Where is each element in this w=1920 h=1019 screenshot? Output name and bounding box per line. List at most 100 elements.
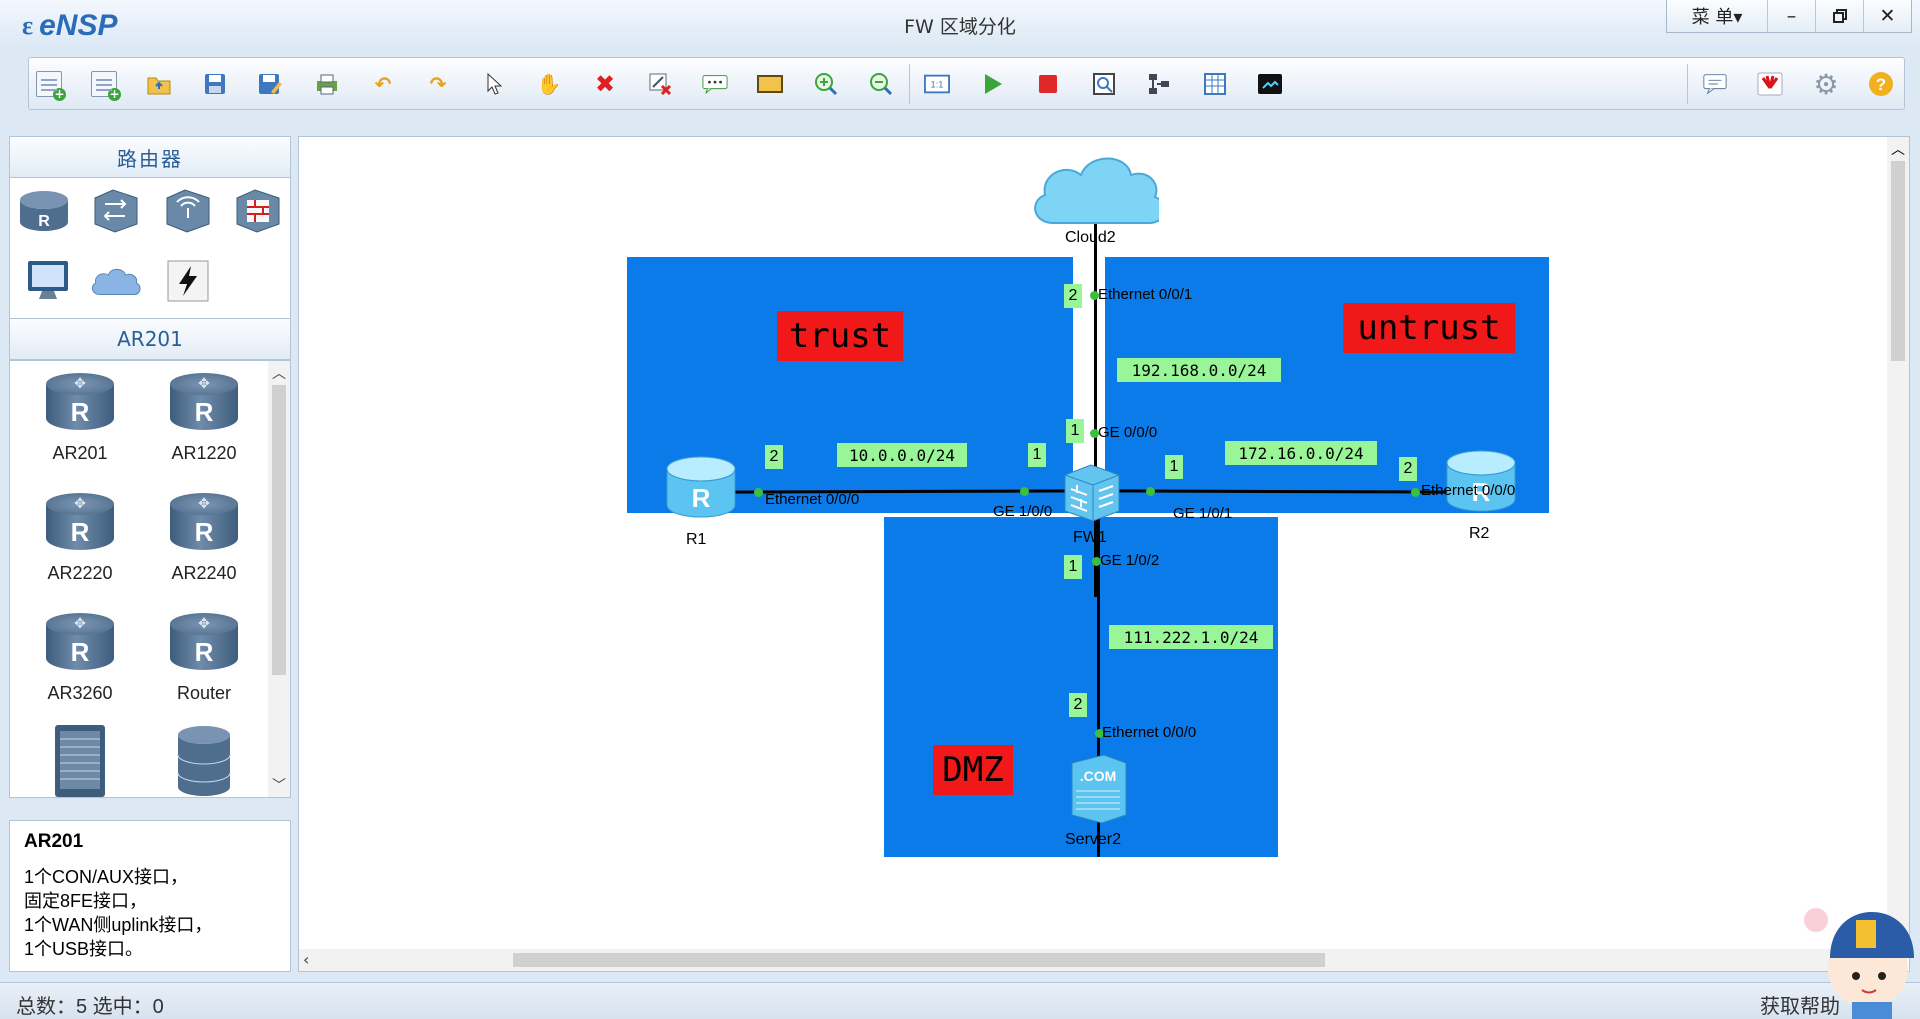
canvas-vertical-scrollbar[interactable]: ︿ [1887, 137, 1909, 951]
help-button[interactable]: ? [1863, 67, 1899, 101]
menu-button[interactable]: 菜 单▾ [1667, 0, 1767, 32]
delete-button[interactable]: ✖ [587, 67, 623, 101]
port-dot [754, 488, 763, 497]
device-item-ar3260[interactable]: ✥ R AR3260 [25, 613, 135, 704]
mascot-image[interactable] [1790, 884, 1920, 1019]
scroll-down-icon[interactable]: ﹀ [268, 775, 290, 795]
undo-button[interactable]: ↶ [365, 67, 401, 101]
zoom-in-button[interactable] [808, 67, 844, 101]
open-button[interactable] [141, 67, 177, 101]
save-as-button[interactable] [252, 67, 288, 101]
port-label-fw-ge000: GE 0/0/0 [1098, 424, 1158, 441]
save-button[interactable] [197, 67, 233, 101]
stop-device-button[interactable] [1030, 67, 1066, 101]
device-item-ar201[interactable]: ✥ R AR201 [25, 373, 135, 464]
r1-device[interactable]: R [663, 453, 739, 529]
device-info-line: 1个CON/AUX接口， [24, 867, 189, 887]
connection-category[interactable] [160, 256, 216, 306]
svg-text:R: R [692, 483, 711, 513]
device-item-core-router[interactable] [149, 723, 259, 797]
cloud-device[interactable] [1029, 137, 1166, 241]
device-item-ar2220[interactable]: ✥ R AR2220 [25, 493, 135, 584]
zone-label-trust[interactable]: trust [777, 311, 903, 361]
network-label-10[interactable]: 10.0.0.0/24 [837, 443, 967, 467]
cloud-label: Cloud2 [1065, 229, 1116, 246]
port-dot [1146, 487, 1155, 496]
console-button[interactable] [1252, 67, 1288, 101]
pc-category[interactable] [20, 256, 76, 306]
chassis-router-icon [55, 725, 105, 797]
toolbar: + + ↶ ↷ ✋ ✖ 1:1 ⚙ ? [28, 57, 1905, 110]
device-item-ar1220[interactable]: ✥ R AR1220 [149, 373, 259, 464]
capture-icon [1091, 71, 1117, 97]
firewall-device[interactable] [1059, 461, 1125, 529]
firewall-category[interactable] [230, 186, 286, 236]
device-info-line: 1个WAN侧uplink接口， [24, 915, 213, 935]
grid-icon [1202, 71, 1228, 97]
scroll-up-icon[interactable]: ︿ [268, 363, 290, 383]
scroll-up-icon[interactable]: ︿ [1887, 139, 1909, 159]
firewall-icon [1064, 464, 1120, 522]
huawei-button[interactable] [1752, 67, 1788, 101]
device-label: AR2220 [47, 563, 113, 583]
router-category[interactable]: R [16, 186, 72, 236]
link-number: 1 [1066, 419, 1084, 443]
zone-label-dmz[interactable]: DMZ [933, 745, 1013, 795]
start-device-button[interactable] [975, 67, 1011, 101]
open-folder-icon [146, 71, 172, 97]
device-info-line: 1个USB接口。 [24, 939, 144, 959]
grid-button[interactable] [1197, 67, 1233, 101]
topology-button[interactable] [1141, 67, 1177, 101]
print-button[interactable] [309, 67, 345, 101]
device-item-chassis[interactable] [25, 723, 135, 797]
scroll-thumb[interactable] [272, 385, 286, 675]
device-item-router[interactable]: ✥ R Router [149, 613, 259, 704]
settings-button[interactable]: ⚙ [1808, 67, 1844, 101]
redo-button[interactable]: ↷ [420, 67, 456, 101]
wireless-category[interactable] [160, 186, 216, 236]
link-number: 1 [1028, 443, 1046, 467]
port-dot [1411, 488, 1420, 497]
minimize-button[interactable]: – [1767, 0, 1815, 32]
delete-link-button[interactable] [642, 67, 678, 101]
server-device[interactable]: .COM [1066, 753, 1132, 829]
device-item-ar2240[interactable]: ✥ R AR2240 [149, 493, 259, 584]
scroll-left-icon[interactable]: ‹ [303, 950, 309, 969]
device-list: ✥ R AR201 ✥ R AR1220 ✥ R AR2220 ✥ R AR2240 ✥… [9, 360, 291, 798]
r1-label: R1 [686, 531, 707, 548]
port-label-cloud: Ethernet 0/0/1 [1098, 286, 1193, 303]
network-label-111[interactable]: 111.222.1.0/24 [1109, 625, 1273, 649]
port-dot [1020, 487, 1029, 496]
port-label-r1: Ethernet 0/0/0 [765, 491, 860, 508]
network-label-192[interactable]: 192.168.0.0/24 [1117, 358, 1281, 382]
fit-button[interactable]: 1:1 [919, 67, 955, 101]
cloud-category[interactable] [88, 256, 144, 306]
subcategory-title: AR201 [9, 318, 291, 360]
capture-button[interactable] [1086, 67, 1122, 101]
canvas-horizontal-scrollbar[interactable]: ‹ [299, 949, 1889, 971]
close-button[interactable]: ✕ [1863, 0, 1911, 32]
network-label-172[interactable]: 172.16.0.0/24 [1225, 441, 1377, 465]
print-icon [314, 71, 340, 97]
switch-icon [94, 189, 138, 233]
huawei-logo-icon [1757, 71, 1783, 97]
new-topology-button[interactable]: + [31, 67, 67, 101]
device-list-scrollbar[interactable]: ︿ ﹀ [268, 361, 290, 797]
rectangle-button[interactable] [752, 67, 788, 101]
category-title: 路由器 [9, 136, 291, 178]
scroll-thumb[interactable] [1891, 161, 1905, 361]
text-button[interactable] [697, 67, 733, 101]
pan-button[interactable]: ✋ [531, 67, 567, 101]
topology-canvas[interactable]: trust untrust DMZ Cloud2 FW1 R R1 R R2 .… [298, 136, 1910, 972]
fit-view-icon: 1:1 [924, 71, 950, 97]
fw-label: FW1 [1073, 529, 1107, 546]
comment-button[interactable] [1697, 67, 1733, 101]
switch-category[interactable] [88, 186, 144, 236]
select-button[interactable] [476, 67, 512, 101]
new-example-button[interactable]: + [86, 67, 122, 101]
scroll-thumb[interactable] [513, 953, 1325, 967]
zone-label-untrust[interactable]: untrust [1343, 303, 1515, 353]
zoom-out-button[interactable] [863, 67, 899, 101]
link-number: 2 [1064, 284, 1082, 308]
restore-button[interactable] [1815, 0, 1863, 32]
